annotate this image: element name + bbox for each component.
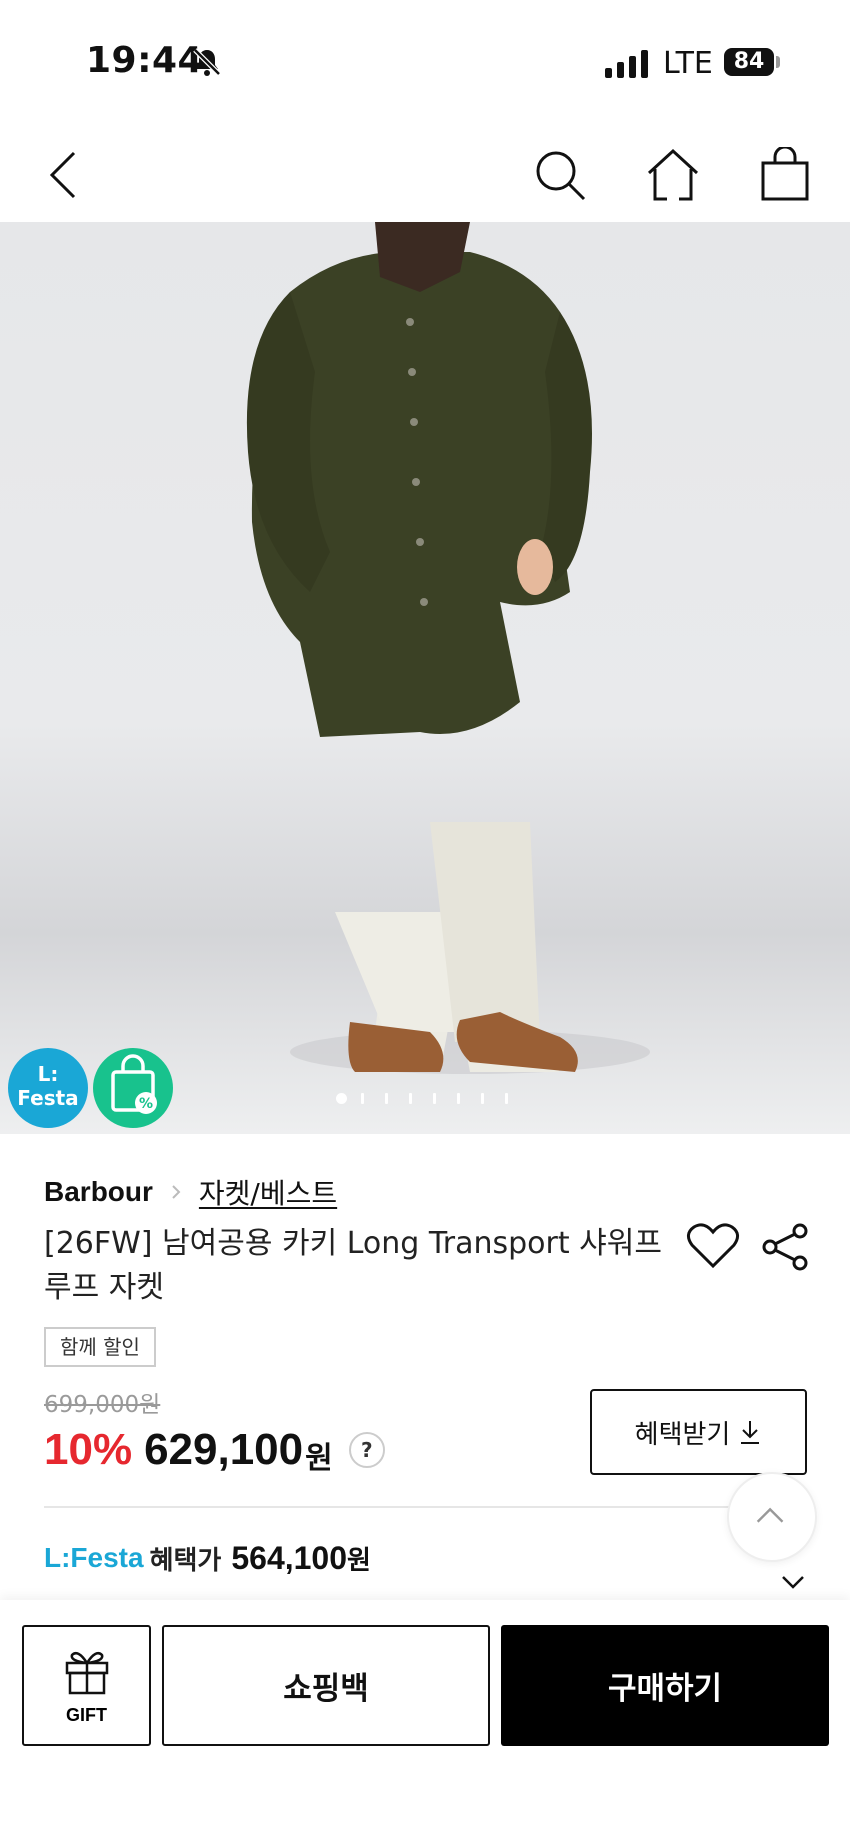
pagination-dot[interactable] (409, 1092, 412, 1104)
bottom-action-bar: GIFT 쇼핑백 구매하기 (0, 1600, 850, 1842)
search-icon[interactable] (532, 147, 588, 203)
pagination-dot[interactable] (505, 1092, 508, 1104)
product-title: [26FW] 남여공용 카키 Long Transport 샤워프루프 자켓 (44, 1226, 662, 1305)
gift-label: GIFT (66, 1705, 107, 1725)
discount-tag: 함께 할인 (44, 1327, 156, 1367)
brand-name[interactable]: Barbour (44, 1176, 153, 1208)
signal-icon (605, 50, 648, 78)
festa-label: 혜택가 (149, 1545, 222, 1576)
add-to-bag-button[interactable]: 쇼핑백 (162, 1625, 490, 1746)
festa-price: 564,100 (231, 1539, 348, 1576)
battery-level: 84 (724, 48, 774, 76)
share-icon[interactable] (760, 1222, 810, 1272)
price-row: 10% 629,100 원 ? (44, 1422, 385, 1478)
pagination-dot[interactable] (457, 1092, 460, 1104)
chevron-left-icon[interactable] (38, 147, 94, 203)
battery-tip (776, 56, 780, 68)
chevron-right-icon (172, 1185, 181, 1199)
shopping-bag-icon[interactable] (757, 147, 813, 203)
pagination-dot[interactable] (433, 1092, 436, 1104)
pagination-dot[interactable] (361, 1092, 364, 1104)
festa-logo: L:Festa (44, 1542, 144, 1573)
home-icon[interactable] (645, 147, 701, 203)
buy-now-button[interactable]: 구매하기 (501, 1625, 829, 1746)
pagination-dot[interactable] (385, 1092, 388, 1104)
gift-icon (65, 1652, 109, 1695)
chevron-up-icon (756, 1507, 784, 1523)
gift-button[interactable]: GIFT (22, 1625, 151, 1746)
status-bar: 19:44 LTE 84 (0, 0, 850, 125)
price-unit: 원 (305, 1441, 333, 1476)
divider (44, 1506, 806, 1508)
festa-benefit-price[interactable]: L:Festa 혜택가 564,100 원 (44, 1536, 371, 1580)
image-pagination (336, 1090, 529, 1106)
get-benefit-button[interactable]: 혜택받기 (590, 1389, 807, 1475)
category-link[interactable]: 자켓/베스트 (199, 1172, 337, 1212)
original-price: 699,000원 (44, 1392, 161, 1418)
chevron-down-icon[interactable] (780, 1572, 806, 1592)
festa-price-unit: 원 (347, 1545, 371, 1576)
coupon-bag-icon[interactable]: % (93, 1048, 173, 1128)
scroll-top-button[interactable] (727, 1472, 817, 1562)
pagination-dot[interactable] (481, 1092, 484, 1104)
discount-rate: 10% (44, 1425, 133, 1474)
festa-badge[interactable]: L: Festa (8, 1048, 88, 1128)
pagination-dot-active[interactable] (336, 1092, 347, 1104)
breadcrumb: Barbour 자켓/베스트 (44, 1172, 337, 1212)
sale-price: 629,100 (144, 1425, 304, 1474)
network-type: LTE (663, 46, 713, 81)
status-time: 19:44 (86, 40, 204, 81)
price-help-icon[interactable]: ? (348, 1432, 385, 1468)
benefit-button-label: 혜택받기 (634, 1419, 731, 1450)
heart-icon[interactable] (686, 1222, 740, 1270)
top-nav (0, 125, 850, 222)
product-photo (246, 222, 650, 1074)
product-image[interactable]: L: Festa % (0, 222, 850, 1134)
bell-off-icon (193, 48, 221, 76)
svg-text:%: % (139, 1096, 153, 1112)
download-icon (741, 1421, 760, 1444)
